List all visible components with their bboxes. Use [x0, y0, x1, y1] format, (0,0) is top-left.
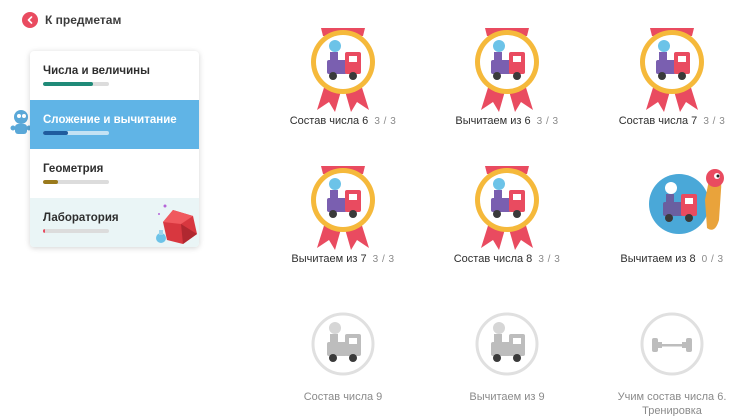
progress-fill	[43, 131, 69, 135]
progress-bar	[43, 180, 109, 184]
back-to-subjects-link[interactable]: К предметам	[22, 12, 121, 28]
lesson-name: Состав числа 8	[453, 253, 533, 265]
medal-train-icon	[640, 28, 704, 112]
sidebar-item-numbers[interactable]: Числа и величины	[30, 51, 199, 100]
lesson-title: Вычитаем из 6 3 / 3	[432, 115, 582, 127]
lesson-title: Состав числа 9	[268, 390, 418, 404]
lesson-name: Состав числа 7	[618, 115, 698, 127]
lesson-score: 3 / 3	[536, 116, 559, 127]
train-locked-icon	[311, 312, 375, 376]
progress-bar	[43, 82, 109, 86]
lesson-name: Учим состав числа 6. Тренировка	[617, 391, 727, 416]
lesson-score: 3 / 3	[372, 254, 395, 265]
lesson-score: 0 / 3	[701, 254, 724, 265]
dragon-train-icon	[649, 169, 724, 234]
sidebar-item-geometry[interactable]: Геометрия	[30, 149, 199, 198]
train-locked-icon	[475, 312, 539, 376]
lesson-card[interactable]: Учим состав числа 6. Тренировка	[597, 304, 747, 416]
chevron-left-icon	[22, 12, 38, 28]
sidebar-item-laboratory[interactable]: Лаборатория	[30, 198, 199, 247]
lesson-title: Состав числа 6 3 / 3	[268, 115, 418, 127]
lesson-card[interactable]: Вычитаем из 9	[432, 304, 582, 416]
lesson-title: Вычитаем из 9	[432, 390, 582, 404]
medal-train-icon	[311, 166, 375, 250]
progress-bar	[43, 131, 109, 135]
page: К предметам Числа и величины Сложение и …	[0, 0, 750, 416]
lesson-card[interactable]: Состав числа 7 3 / 3	[597, 22, 747, 142]
sidebar-item-label: Геометрия	[43, 163, 104, 175]
lesson-title: Вычитаем из 7 3 / 3	[268, 253, 418, 265]
lesson-score: 3 / 3	[538, 254, 561, 265]
sidebar-item-addition-subtraction[interactable]: Сложение и вычитание	[30, 100, 199, 149]
progress-fill	[43, 82, 93, 86]
lesson-card[interactable]: Состав числа 6 3 / 3	[268, 22, 418, 142]
sidebar-item-label: Сложение и вычитание	[43, 114, 177, 126]
lesson-score: 3 / 3	[374, 116, 397, 127]
back-link-label: К предметам	[45, 13, 122, 27]
lesson-card[interactable]: Вычитаем из 6 3 / 3	[432, 22, 582, 142]
lesson-title: Состав числа 8 3 / 3	[432, 253, 582, 265]
medal-train-icon	[475, 28, 539, 112]
lesson-name: Состав числа 6	[289, 115, 369, 127]
lesson-card[interactable]: Состав числа 9	[268, 304, 418, 416]
lesson-name: Состав числа 9	[303, 391, 383, 403]
lesson-name: Вычитаем из 6	[455, 115, 531, 127]
crystal-icon	[153, 200, 199, 247]
subject-sidebar: Числа и величины Сложение и вычитание Ге…	[30, 51, 199, 247]
dumbbell-icon	[640, 312, 704, 376]
progress-fill	[43, 229, 45, 233]
lesson-card[interactable]: Вычитаем из 8 0 / 3	[597, 160, 747, 280]
lesson-name: Вычитаем из 7	[291, 253, 367, 265]
progress-bar	[43, 229, 109, 233]
lesson-card[interactable]: Вычитаем из 7 3 / 3	[268, 160, 418, 280]
lesson-score: 3 / 3	[703, 116, 726, 127]
lesson-name: Вычитаем из 9	[469, 391, 545, 403]
lesson-title: Учим состав числа 6. Тренировка	[597, 390, 747, 416]
lesson-title: Вычитаем из 8 0 / 3	[597, 253, 747, 265]
medal-train-icon	[475, 166, 539, 250]
lesson-title: Состав числа 7 3 / 3	[597, 115, 747, 127]
medal-train-icon	[311, 28, 375, 112]
sidebar-item-label: Числа и величины	[43, 65, 150, 77]
lesson-card[interactable]: Состав числа 8 3 / 3	[432, 160, 582, 280]
robot-mascot-icon	[10, 107, 32, 146]
lesson-name: Вычитаем из 8	[620, 253, 696, 265]
progress-fill	[43, 180, 58, 184]
